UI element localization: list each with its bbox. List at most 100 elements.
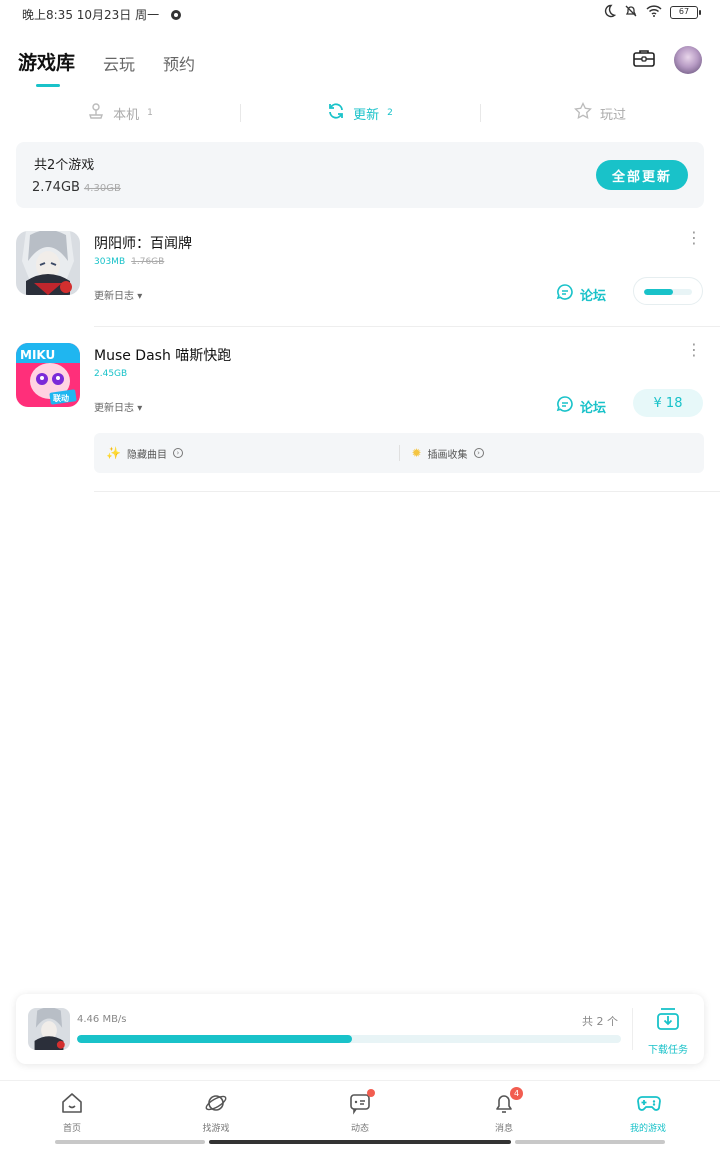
game-title: 阴阳师：百闻牌 (94, 236, 192, 252)
changelog-label: 更新日志 (94, 403, 134, 414)
tab-game-library[interactable]: 游戏库 (18, 48, 75, 87)
update-all-button[interactable]: 全部更新 (596, 160, 688, 190)
sub-tab-update[interactable]: 更新 2 (240, 98, 480, 128)
divider (632, 1008, 633, 1050)
battery-icon: 67 (670, 6, 701, 19)
download-speed: 4.46 MB/s (77, 1014, 127, 1025)
nav-label: 找游戏 (202, 1124, 230, 1134)
download-tray-icon (655, 1006, 681, 1035)
header-tabs: 游戏库 云玩 预约 (18, 48, 195, 87)
download-progress-bar[interactable]: 4.46 MB/s 共 2 个 下载任务 (16, 994, 704, 1064)
notification-app-icon (171, 9, 182, 20)
sub-tab-label: 本机 (113, 107, 140, 123)
download-count: 共 2 个 (582, 1015, 618, 1028)
sub-tab-played[interactable]: 玩过 (480, 98, 720, 128)
sub-tab-count: 1 (147, 108, 153, 118)
summary-size: 2.74GB 4.30GB (32, 180, 121, 195)
downloading-game-thumbnail (28, 1008, 70, 1050)
forum-label: 论坛 (580, 288, 607, 304)
sub-tabs: 本机 1 更新 2 玩过 (0, 98, 720, 128)
forum-label: 论坛 (580, 400, 607, 416)
nav-label: 消息 (494, 1124, 513, 1134)
chat-icon (556, 283, 574, 305)
list-item[interactable]: 阴阳师：百闻牌 303MB 1.76GB 更新日志 ▾ ⋮ 论坛 (16, 230, 720, 327)
sparkle-icon: ✨ (106, 446, 121, 460)
divider (240, 104, 241, 122)
game-size: 303MB 1.76GB (94, 257, 164, 267)
divider (480, 104, 481, 122)
download-progress-fill (77, 1035, 352, 1043)
home-indicator-left (55, 1140, 205, 1144)
list-item[interactable]: MIKU 联动 Muse Dash 喵斯快跑 2.45GB 更新日志 ▾ ⋮ 论… (16, 342, 720, 493)
tab-cloud-play[interactable]: 云玩 (103, 51, 135, 75)
notification-dot (367, 1089, 375, 1097)
toolbox-icon[interactable] (632, 48, 656, 72)
avatar[interactable] (674, 46, 702, 74)
star-icon (574, 101, 592, 124)
forum-button[interactable]: 论坛 (556, 395, 606, 417)
wifi-icon (646, 5, 662, 20)
game-title: Muse Dash 喵斯快跑 (94, 348, 232, 364)
joystick-icon (87, 102, 105, 124)
sub-tab-count: 2 (387, 108, 393, 118)
nav-label: 动态 (350, 1124, 369, 1134)
original-size: 4.30GB (83, 183, 121, 194)
update-summary: 共2个游戏 2.74GB 4.30GB 全部更新 (16, 142, 704, 208)
nav-label: 我的游戏 (629, 1124, 666, 1134)
tab-reservation[interactable]: 预约 (163, 51, 195, 75)
game-extras: ✨ 隐藏曲目 › ✹ 插画收集 › (94, 433, 704, 473)
status-bar: 晚上8:35 10月23日 周一 67 (0, 0, 720, 28)
divider (94, 491, 720, 492)
download-tasks-label: 下载任务 (648, 1045, 688, 1056)
sub-tab-local[interactable]: 本机 1 (0, 98, 240, 128)
forum-button[interactable]: 论坛 (556, 283, 606, 305)
extra-art-collection[interactable]: ✹ 插画收集 › (400, 446, 705, 461)
divider (94, 326, 720, 327)
gamepad-icon (636, 1091, 661, 1115)
svg-text:MIKU: MIKU (20, 348, 55, 362)
extra-label: 隐藏曲目 (126, 449, 167, 461)
arrow-right-icon: › (473, 448, 484, 458)
extra-hidden-tracks[interactable]: ✨ 隐藏曲目 › (94, 446, 399, 461)
game-icon-onmyoji[interactable] (16, 231, 80, 295)
nav-label: 首页 (62, 1124, 81, 1134)
svg-text:联动: 联动 (53, 393, 69, 403)
game-icon-muse-dash[interactable]: MIKU 联动 (16, 343, 80, 407)
message-icon (348, 1089, 375, 1115)
changelog-label: 更新日志 (94, 291, 134, 302)
arrow-right-icon: › (172, 448, 183, 458)
update-progress-track (644, 289, 692, 295)
moon-icon (602, 4, 617, 21)
sub-tab-label: 玩过 (599, 107, 626, 123)
chat-icon (556, 395, 574, 417)
home-icon (60, 1091, 84, 1115)
caret-down-icon: ▾ (137, 291, 143, 302)
download-progress-track (77, 1035, 621, 1043)
total-size: 2.74GB (32, 180, 80, 195)
summary-title: 共2个游戏 (34, 158, 95, 173)
bell-icon: 4 (492, 1087, 523, 1115)
more-options-icon[interactable]: ⋮ (686, 230, 702, 246)
download-size: 303MB (94, 257, 126, 267)
sub-tab-label: 更新 (353, 107, 380, 123)
planet-icon (204, 1091, 228, 1115)
original-size: 1.76GB (131, 257, 165, 267)
game-size: 2.45GB (94, 369, 127, 379)
mute-bell-icon (624, 4, 638, 21)
sun-icon: ✹ (411, 446, 422, 460)
download-tasks-button[interactable]: 下载任务 (640, 1006, 696, 1056)
extra-label: 插画收集 (427, 449, 468, 461)
status-time: 晚上8:35 10月23日 周一 (22, 8, 160, 22)
update-progress-button[interactable] (633, 277, 703, 305)
refresh-icon (327, 102, 345, 124)
update-progress-fill (644, 289, 673, 295)
home-indicator-right (515, 1140, 665, 1144)
unread-badge: 4 (510, 1087, 523, 1100)
price-button[interactable]: ¥ 18 (633, 389, 703, 417)
caret-down-icon: ▾ (137, 403, 143, 414)
changelog-toggle[interactable]: 更新日志 ▾ (94, 399, 142, 414)
home-indicator[interactable] (209, 1140, 511, 1144)
download-size: 2.45GB (94, 369, 128, 379)
changelog-toggle[interactable]: 更新日志 ▾ (94, 287, 142, 302)
more-options-icon[interactable]: ⋮ (686, 342, 702, 358)
